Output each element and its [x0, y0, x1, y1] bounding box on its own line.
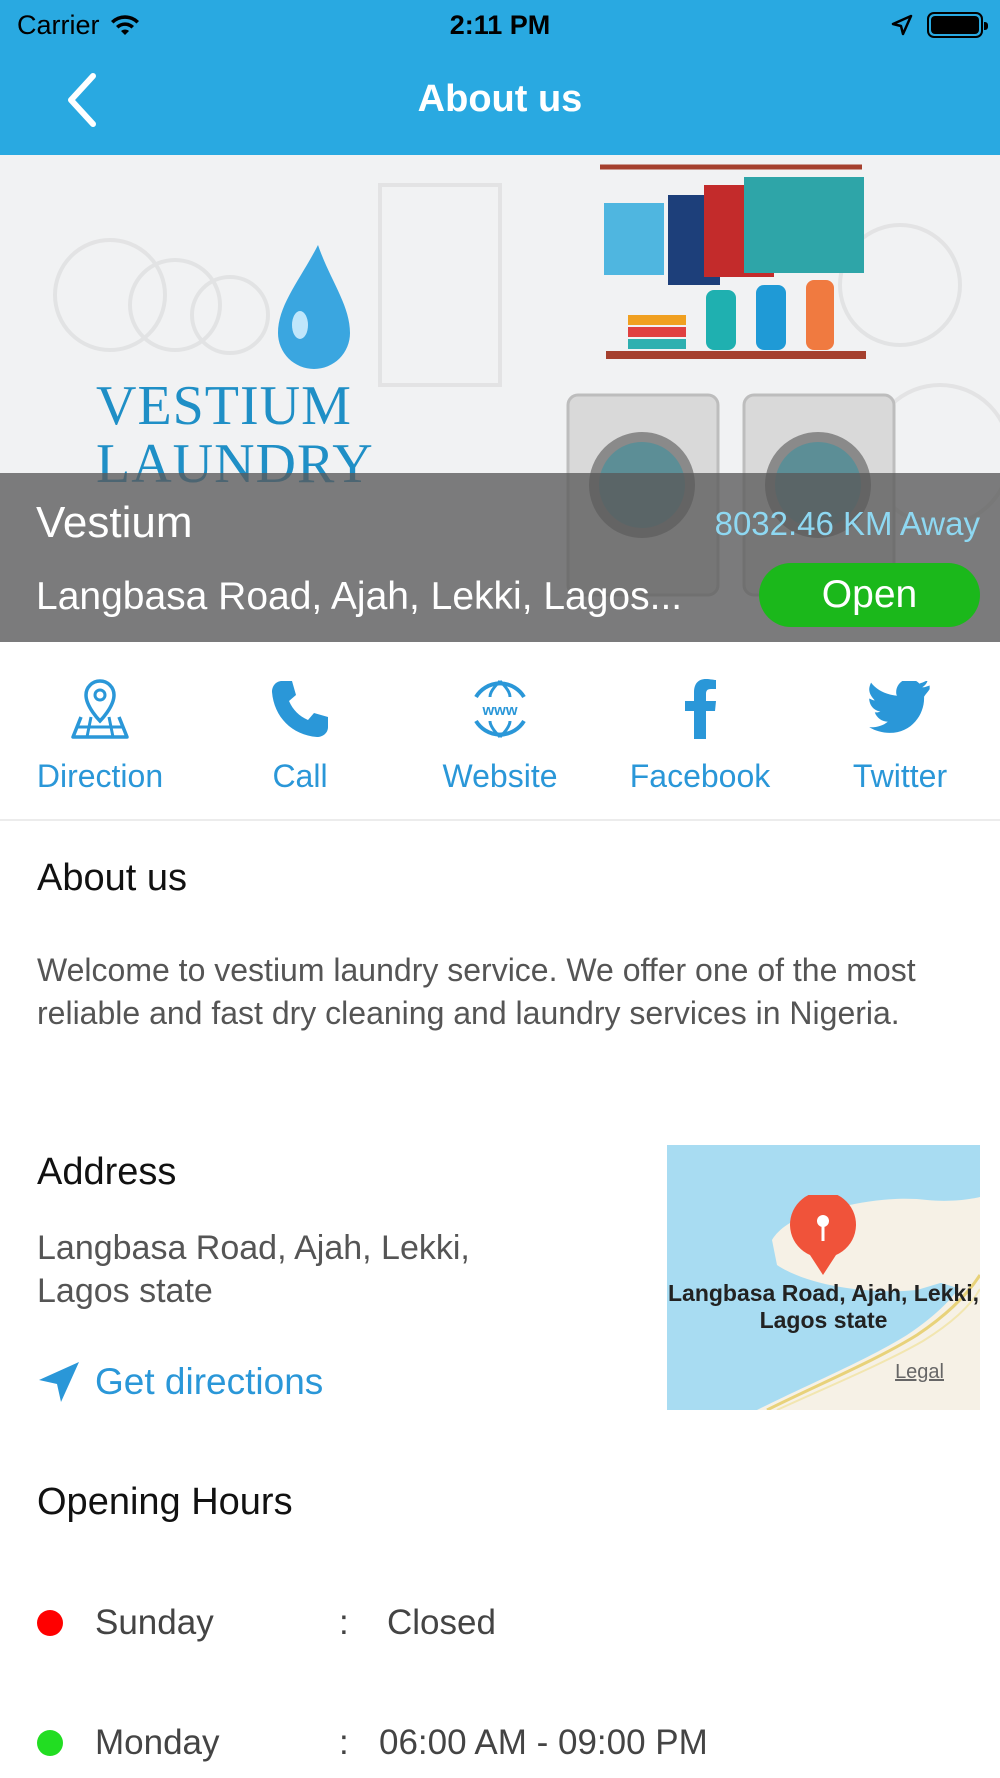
about-section-title: About us [37, 857, 187, 899]
open-status-dot [37, 1730, 63, 1756]
www-globe-icon: www [474, 679, 526, 739]
twitter-label: Twitter [852, 758, 948, 794]
status-bar: Carrier 2:11 PM [0, 0, 1000, 50]
facebook-icon [685, 679, 716, 739]
action-bar: Direction Call www Website Facebook Twit… [0, 642, 1000, 821]
navigation-arrow-icon [39, 1362, 79, 1402]
facebook-button[interactable]: Facebook [600, 642, 800, 819]
website-button[interactable]: www Website [400, 642, 600, 819]
distance-label: 8032.46 KM Away [714, 505, 980, 542]
map-location-label: Langbasa Road, Ajah, Lekki, Lagos state [667, 1280, 979, 1333]
day-label: Monday [95, 1723, 220, 1762]
map-pin-marker-icon [790, 1195, 856, 1275]
facebook-label: Facebook [629, 758, 771, 794]
address-map[interactable]: Langbasa Road, Ajah, Lekki, Lagos state … [667, 1145, 980, 1410]
business-name: Vestium [36, 498, 193, 547]
website-label: Website [442, 758, 558, 794]
phone-icon [272, 681, 328, 737]
location-arrow-icon [891, 14, 913, 36]
call-button[interactable]: Call [200, 642, 400, 819]
brand-line-1: VESTIUM [96, 375, 352, 437]
open-status-badge: Open [759, 563, 980, 627]
twitter-button[interactable]: Twitter [800, 642, 1000, 819]
top-bar: Carrier 2:11 PM About us [0, 0, 1000, 155]
get-directions-link[interactable]: Get directions [37, 1360, 323, 1404]
business-address: Langbasa Road, Ajah, Lekki, Lagos... [36, 575, 683, 618]
map-legal-link[interactable]: Legal [895, 1361, 944, 1384]
hours-value: 06:00 AM - 09:00 PM [379, 1723, 708, 1762]
day-label: Sunday [95, 1603, 214, 1642]
separator: : [339, 1603, 349, 1642]
separator: : [339, 1723, 349, 1762]
hours-value: Closed [387, 1603, 496, 1642]
address-section-title: Address [37, 1151, 177, 1193]
about-description: Welcome to vestium laundry service. We o… [37, 952, 916, 1031]
opening-hours-title: Opening Hours [37, 1481, 293, 1523]
get-directions-label: Get directions [95, 1361, 324, 1402]
hours-row-sunday: Sunday : Closed [37, 1598, 496, 1648]
svg-text:www: www [481, 702, 517, 719]
status-right [891, 12, 988, 38]
closed-status-dot [37, 1610, 63, 1636]
clock: 2:11 PM [449, 10, 551, 40]
direction-label: Direction [36, 758, 164, 794]
address-text: Langbasa Road, Ajah, Lekki, Lagos state [37, 1229, 470, 1310]
direction-button[interactable]: Direction [0, 642, 200, 819]
map-pin-icon [71, 679, 129, 739]
call-label: Call [272, 758, 328, 794]
battery-icon [927, 12, 988, 38]
twitter-icon [869, 681, 930, 733]
hours-row-monday: Monday : 06:00 AM - 09:00 PM [37, 1718, 708, 1768]
page-title: About us [417, 78, 583, 120]
business-banner: VESTIUM LAUNDRY Vestium 8032.46 KM Away … [0, 155, 1000, 642]
